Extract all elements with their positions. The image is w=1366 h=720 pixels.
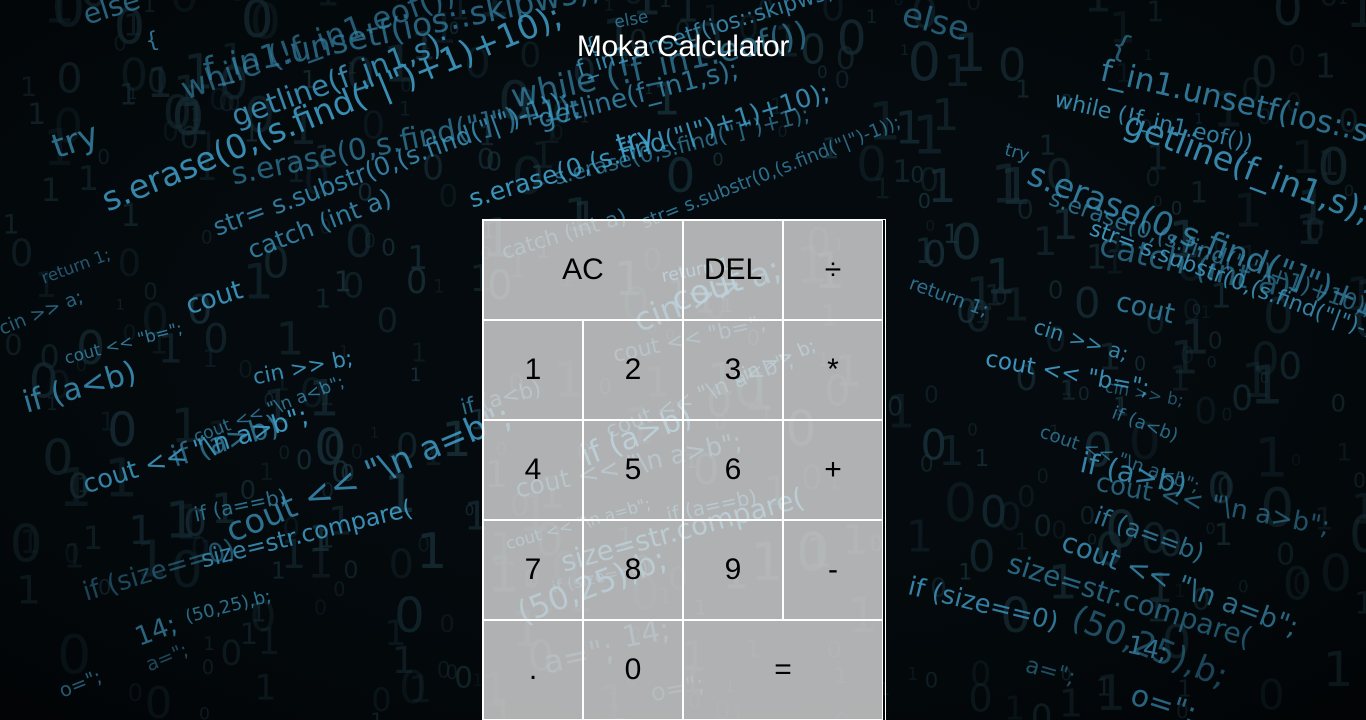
- digit-0-button[interactable]: 0: [583, 620, 683, 720]
- minus-button[interactable]: -: [783, 520, 883, 620]
- all-clear-button[interactable]: AC: [483, 220, 683, 320]
- digit-3-button[interactable]: 3: [683, 320, 783, 420]
- equals-button[interactable]: =: [683, 620, 883, 720]
- digit-6-button[interactable]: 6: [683, 420, 783, 520]
- digit-8-button[interactable]: 8: [583, 520, 683, 620]
- digit-9-button[interactable]: 9: [683, 520, 783, 620]
- digit-1-button[interactable]: 1: [483, 320, 583, 420]
- digit-7-button[interactable]: 7: [483, 520, 583, 620]
- digit-5-button[interactable]: 5: [583, 420, 683, 520]
- plus-button[interactable]: +: [783, 420, 883, 520]
- decimal-button[interactable]: .: [483, 620, 583, 720]
- page-title: Moka Calculator: [576, 30, 790, 63]
- digit-2-button[interactable]: 2: [583, 320, 683, 420]
- calculator-grid: AC DEL ÷ 1 2 3 * 4 5 6 + 7 8 9 - . 0 =: [482, 219, 886, 720]
- divide-button[interactable]: ÷: [783, 220, 883, 320]
- digit-4-button[interactable]: 4: [483, 420, 583, 520]
- multiply-button[interactable]: *: [783, 320, 883, 420]
- delete-button[interactable]: DEL: [683, 220, 783, 320]
